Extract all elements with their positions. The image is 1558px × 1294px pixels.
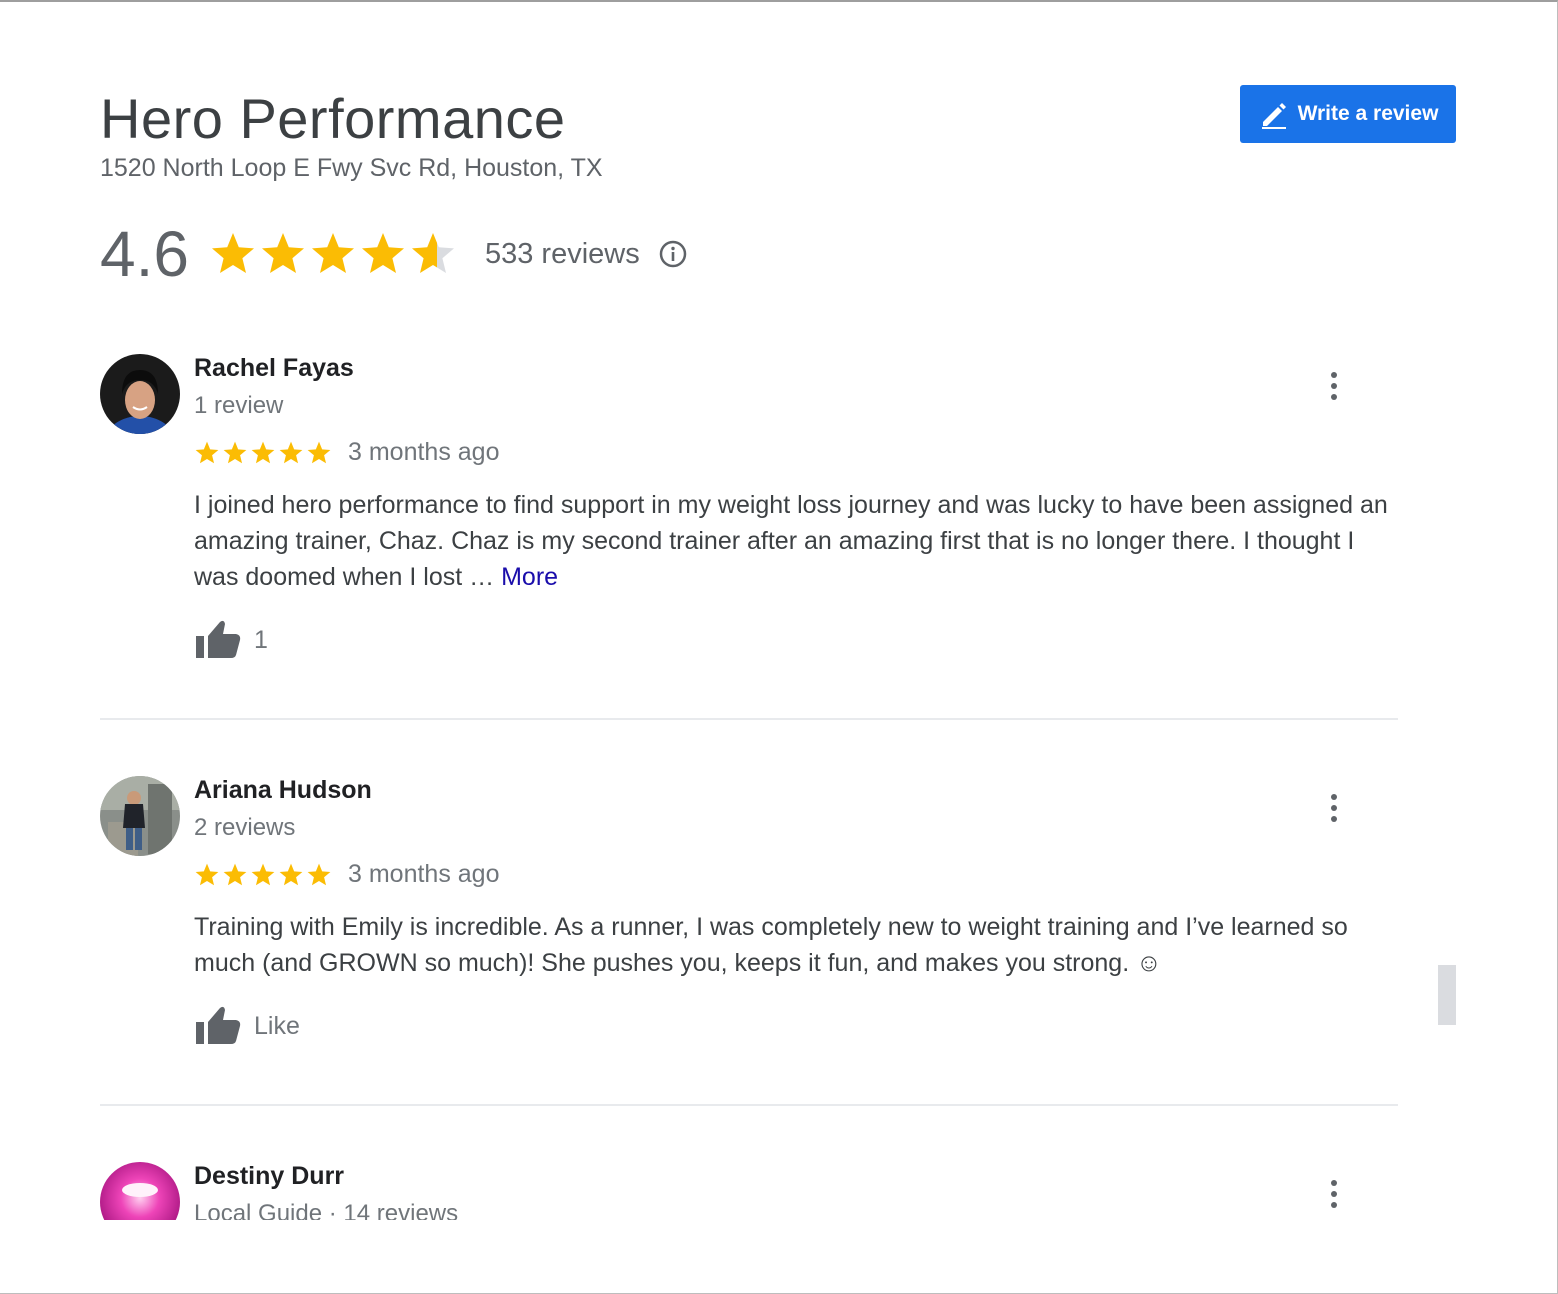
business-address: 1520 North Loop E Fwy Svc Rd, Houston, T…: [100, 154, 603, 182]
star-icon: [223, 863, 247, 885]
star-icon: [251, 863, 275, 885]
star-icon: [311, 233, 354, 273]
star-icon: [279, 441, 303, 463]
reviewer-name[interactable]: Destiny Durr: [194, 1162, 344, 1191]
write-review-label: Write a review: [1297, 102, 1439, 125]
more-vert-icon[interactable]: [1320, 1174, 1348, 1214]
like-button[interactable]: 1: [194, 618, 268, 662]
more-vert-icon[interactable]: [1320, 788, 1348, 828]
more-link[interactable]: More: [501, 563, 558, 591]
rating-stars: [209, 230, 459, 278]
review-time: 3 months ago: [348, 860, 500, 888]
review-card: Ariana Hudson 2 reviews 3 months ago Tra…: [100, 776, 1400, 1076]
pencil-icon: [1258, 98, 1290, 130]
review-text: Training with Emily is incredible. As a …: [194, 909, 1404, 981]
star-icon: [211, 233, 254, 273]
like-count: 1: [254, 625, 268, 654]
like-button[interactable]: Like: [194, 1004, 300, 1048]
write-review-button[interactable]: Write a review: [1240, 85, 1456, 143]
review-card: Destiny Durr Local Guide · 14 reviews: [100, 1162, 1400, 1220]
review-divider: [100, 1104, 1398, 1106]
average-rating: 4.6: [100, 218, 189, 290]
avatar[interactable]: [100, 776, 180, 856]
thumbs-up-icon: [194, 618, 242, 662]
star-icon: [279, 863, 303, 885]
rating-summary: 4.6 533 reviews: [100, 214, 688, 294]
star-icon: [223, 441, 247, 463]
star-icon: [411, 233, 454, 273]
review-body: I joined hero performance to find suppor…: [194, 491, 1388, 591]
review-text: I joined hero performance to find suppor…: [194, 487, 1404, 595]
reviewer-review-count: Local Guide · 14 reviews: [194, 1200, 459, 1220]
avatar[interactable]: [100, 1162, 180, 1220]
star-icon: [251, 441, 275, 463]
reviews-dialog: Hero Performance 1520 North Loop E Fwy S…: [0, 0, 1558, 1294]
review-rating-row: 3 months ago: [194, 860, 500, 889]
review-rating-row: 3 months ago: [194, 438, 500, 467]
star-icon: [361, 233, 404, 273]
review-stars: [194, 862, 334, 888]
reviewer-name[interactable]: Rachel Fayas: [194, 354, 354, 383]
review-list-viewport: Destiny Durr Local Guide · 14 reviews: [0, 1132, 1556, 1220]
review-count: 533 reviews: [484, 237, 640, 270]
business-name: Hero Performance: [100, 87, 566, 150]
info-icon[interactable]: [658, 239, 688, 269]
avatar[interactable]: [100, 354, 180, 434]
review-body: Training with Emily is incredible. As a …: [194, 913, 1348, 977]
reviewer-review-count: 1 review: [194, 392, 284, 419]
star-icon: [307, 441, 331, 463]
star-icon: [307, 863, 331, 885]
star-icon: [261, 233, 304, 273]
more-vert-icon[interactable]: [1320, 366, 1348, 406]
review-card: Rachel Fayas 1 review 3 months ago I joi…: [100, 354, 1400, 674]
scrollbar-thumb[interactable]: [1438, 965, 1456, 1025]
star-icon: [195, 441, 219, 463]
like-label: Like: [254, 1011, 300, 1040]
review-divider: [100, 718, 1398, 720]
review-time: 3 months ago: [348, 438, 500, 466]
thumbs-up-icon: [194, 1004, 242, 1048]
reviewer-name[interactable]: Ariana Hudson: [194, 776, 372, 805]
star-icon: [195, 863, 219, 885]
review-stars: [194, 440, 334, 466]
reviewer-review-count: 2 reviews: [194, 814, 296, 841]
